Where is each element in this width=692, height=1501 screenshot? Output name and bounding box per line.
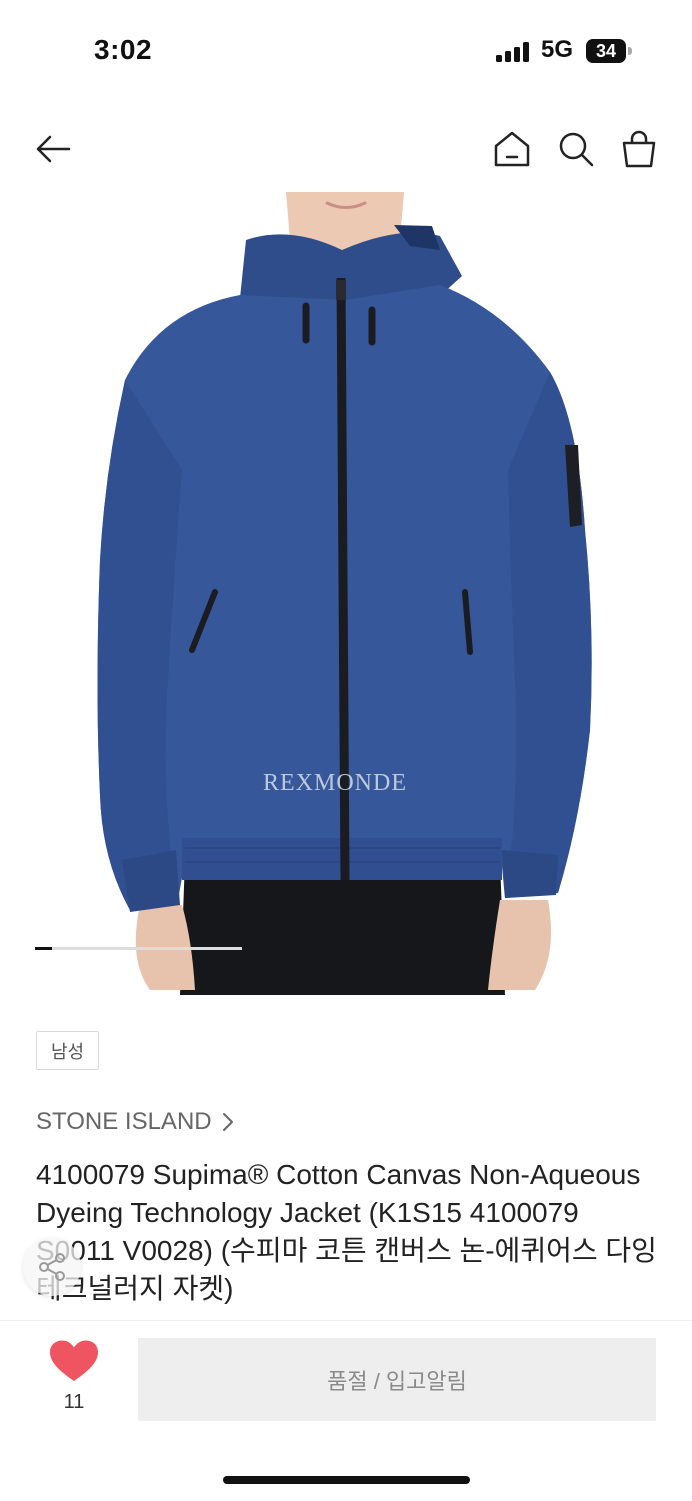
- search-icon: [559, 132, 594, 167]
- home-button[interactable]: [487, 120, 537, 178]
- back-arrow-icon: [36, 135, 71, 163]
- heart-icon: [50, 1340, 98, 1381]
- jacket-photo: [97, 192, 592, 995]
- shopping-bag-icon: [622, 130, 656, 168]
- product-image[interactable]: REXMONDE: [0, 192, 692, 995]
- battery-cap: [628, 47, 632, 55]
- top-navigation: [0, 120, 692, 180]
- soldout-restock-alert-button[interactable]: 품절 / 입고알림: [138, 1338, 656, 1421]
- back-button[interactable]: [28, 120, 78, 178]
- watermark-text: REXMONDE: [263, 770, 407, 796]
- battery-level: 34: [595, 41, 617, 61]
- gallery-progress-track: [35, 947, 242, 950]
- network-label: 5G: [541, 36, 574, 63]
- status-bar: 3:02 5G 34: [0, 0, 692, 100]
- search-button[interactable]: [551, 120, 601, 178]
- gallery-progress-fill: [35, 947, 52, 950]
- chevron-right-icon: [222, 1113, 233, 1131]
- home-icon: [494, 131, 530, 167]
- share-button[interactable]: [23, 1238, 81, 1296]
- brand-link[interactable]: STONE ISLAND: [36, 1108, 234, 1136]
- gender-tag: 남성: [36, 1031, 99, 1070]
- product-title: 4100079 Supima® Cotton Canvas Non-Aqueou…: [36, 1159, 657, 1304]
- home-indicator: [223, 1476, 470, 1484]
- signal-icon: [496, 42, 529, 62]
- share-icon: [39, 1253, 65, 1281]
- shopping-bag-button[interactable]: [614, 120, 664, 178]
- brand-name: STONE ISLAND: [36, 1108, 212, 1135]
- like-button[interactable]: 11: [46, 1338, 102, 1418]
- status-time: 3:02: [94, 34, 153, 65]
- like-count: 11: [63, 1391, 85, 1413]
- battery-icon: 34: [586, 39, 626, 63]
